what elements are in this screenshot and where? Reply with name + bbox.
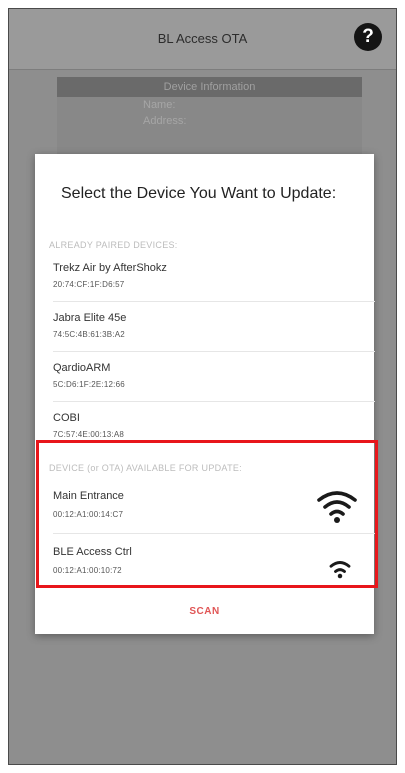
paired-device-item[interactable]: COBI 7C:57:4E:00:13:A8: [53, 402, 375, 444]
paired-device-item[interactable]: Trekz Air by AfterShokz 20:74:CF:1F:D6:5…: [53, 252, 375, 302]
app-bar: BL Access OTA ?: [9, 9, 396, 70]
paired-device-item[interactable]: QardioARM 5C:D6:1F:2E:12:66: [53, 352, 375, 402]
device-address: 20:74:CF:1F:D6:57: [53, 280, 125, 289]
device-name: Trekz Air by AfterShokz: [53, 262, 167, 274]
device-name: COBI: [53, 412, 80, 424]
device-select-dialog: Select the Device You Want to Update: AL…: [35, 154, 375, 634]
device-name: QardioARM: [53, 362, 111, 374]
device-name: BLE Access Ctrl: [53, 546, 132, 558]
phone-screen: BL Access OTA ? Device Information Name:…: [8, 8, 397, 765]
wifi-signal-icon: [317, 491, 357, 523]
dialog-title: Select the Device You Want to Update:: [61, 185, 337, 202]
ota-devices-header: DEVICE (or OTA) AVAILABLE FOR UPDATE:: [49, 463, 242, 473]
info-name-label: Name:: [143, 99, 176, 111]
info-address-label: Address:: [143, 115, 187, 127]
device-address: 5C:D6:1F:2E:12:66: [53, 380, 125, 389]
paired-device-item[interactable]: Jabra Elite 45e 74:5C:4B:61:3B:A2: [53, 302, 375, 352]
ota-device-item[interactable]: Main Entrance 00:12:A1:00:14:C7: [53, 478, 375, 534]
device-address: 00:12:A1:00:10:72: [53, 566, 122, 575]
device-address: 74:5C:4B:61:3B:A2: [53, 330, 125, 339]
device-name: Jabra Elite 45e: [53, 312, 127, 324]
app-title: BL Access OTA: [157, 31, 248, 46]
device-name: Main Entrance: [53, 490, 124, 502]
device-information-header: Device Information: [57, 77, 362, 97]
paired-devices-header: ALREADY PAIRED DEVICES:: [49, 240, 178, 250]
device-address: 7C:57:4E:00:13:A8: [53, 430, 125, 439]
scan-button[interactable]: SCAN: [35, 606, 374, 617]
question-circle-icon[interactable]: ?: [354, 23, 382, 51]
wifi-signal-icon: [329, 561, 351, 579]
device-address: 00:12:A1:00:14:C7: [53, 510, 124, 519]
ota-device-item[interactable]: BLE Access Ctrl 00:12:A1:00:10:72: [53, 534, 375, 592]
